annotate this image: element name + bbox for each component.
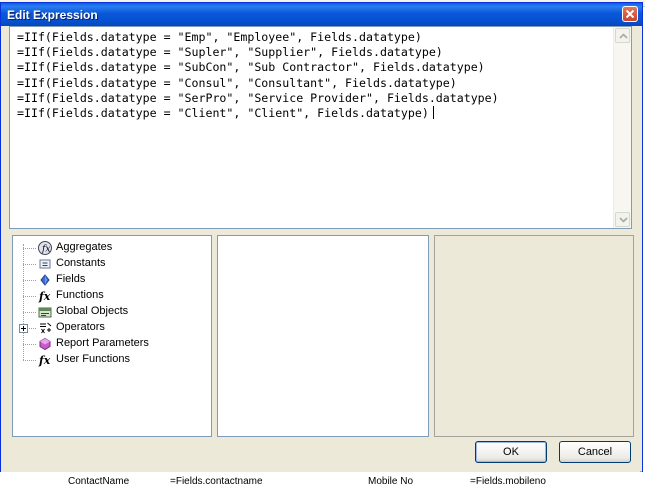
background-field: =Fields.mobileno xyxy=(470,476,546,487)
tree-item-operators[interactable]: Operators xyxy=(13,320,209,336)
svg-text:fx: fx xyxy=(41,245,50,255)
background-label: ContactName xyxy=(68,476,130,487)
tree-item-fields[interactable]: Fields xyxy=(13,272,209,288)
item-list[interactable] xyxy=(217,235,429,437)
global-objects-icon xyxy=(38,307,52,318)
expression-line: =IIf(Fields.datatype = "Supler", "Suppli… xyxy=(17,45,443,60)
ok-button[interactable]: OK xyxy=(475,441,547,463)
expression-line: =IIf(Fields.datatype = "SerPro", "Servic… xyxy=(17,90,499,105)
background-field: =Fields.contactname xyxy=(170,476,263,487)
expression-line: =IIf(Fields.datatype = "Client", "Client… xyxy=(17,106,429,121)
tree-item-label: Aggregates xyxy=(56,241,113,253)
close-button[interactable] xyxy=(622,6,638,22)
close-icon xyxy=(626,10,634,18)
background-app-strip-bottom: ContactName =Fields.contactname Mobile N… xyxy=(0,472,645,487)
tree-item-label: Operators xyxy=(56,321,105,333)
tree-item-report-parameters[interactable]: Report Parameters xyxy=(13,336,209,352)
tree-item-label: Constants xyxy=(56,257,106,269)
tree-item-label: Global Objects xyxy=(56,305,129,317)
category-tree[interactable]: fx Aggregates Constants Fields fx Functi… xyxy=(12,235,212,437)
tree-item-label: Report Parameters xyxy=(56,337,149,349)
title-bar[interactable]: Edit Expression xyxy=(1,3,642,26)
tree-item-aggregates[interactable]: fx Aggregates xyxy=(13,240,209,256)
scroll-down-button[interactable] xyxy=(615,212,630,227)
tree-item-label: Fields xyxy=(56,273,86,285)
report-parameters-icon xyxy=(39,337,51,351)
aggregates-icon: fx xyxy=(38,241,52,255)
functions-icon: fx xyxy=(38,290,51,303)
expression-line: =IIf(Fields.datatype = "Consul", "Consul… xyxy=(17,75,457,90)
vertical-scrollbar[interactable] xyxy=(613,27,631,228)
user-functions-icon: fx xyxy=(38,354,51,367)
constants-icon xyxy=(39,259,51,269)
tree-item-constants[interactable]: Constants xyxy=(13,256,209,272)
cancel-button[interactable]: Cancel xyxy=(559,441,631,463)
chevron-up-icon xyxy=(619,33,628,39)
background-label: Mobile No xyxy=(368,476,414,487)
chevron-down-icon xyxy=(619,217,628,223)
expand-toggle[interactable] xyxy=(19,324,28,333)
tree-item-global-objects[interactable]: Global Objects xyxy=(13,304,209,320)
svg-text:fx: fx xyxy=(38,354,51,367)
description-pane xyxy=(434,235,634,437)
tree-item-label: User Functions xyxy=(56,353,130,365)
expression-line: =IIf(Fields.datatype = "Emp", "Employee"… xyxy=(17,30,422,44)
svg-text:fx: fx xyxy=(38,290,51,303)
tree-item-label: Functions xyxy=(56,289,104,301)
window-title: Edit Expression xyxy=(7,8,98,22)
fields-icon xyxy=(40,274,50,286)
tree-item-functions[interactable]: fx Functions xyxy=(13,288,209,304)
text-caret xyxy=(432,106,434,120)
tree-item-user-functions[interactable]: fx User Functions xyxy=(13,352,209,368)
expression-line: =IIf(Fields.datatype = "SubCon", "Sub Co… xyxy=(17,60,485,75)
expression-text[interactable]: =IIf(Fields.datatype = "Emp", "Employee"… xyxy=(17,30,612,121)
operators-icon xyxy=(40,322,52,334)
expression-editor[interactable]: =IIf(Fields.datatype = "Emp", "Employee"… xyxy=(9,26,632,229)
scroll-up-button[interactable] xyxy=(615,28,630,43)
